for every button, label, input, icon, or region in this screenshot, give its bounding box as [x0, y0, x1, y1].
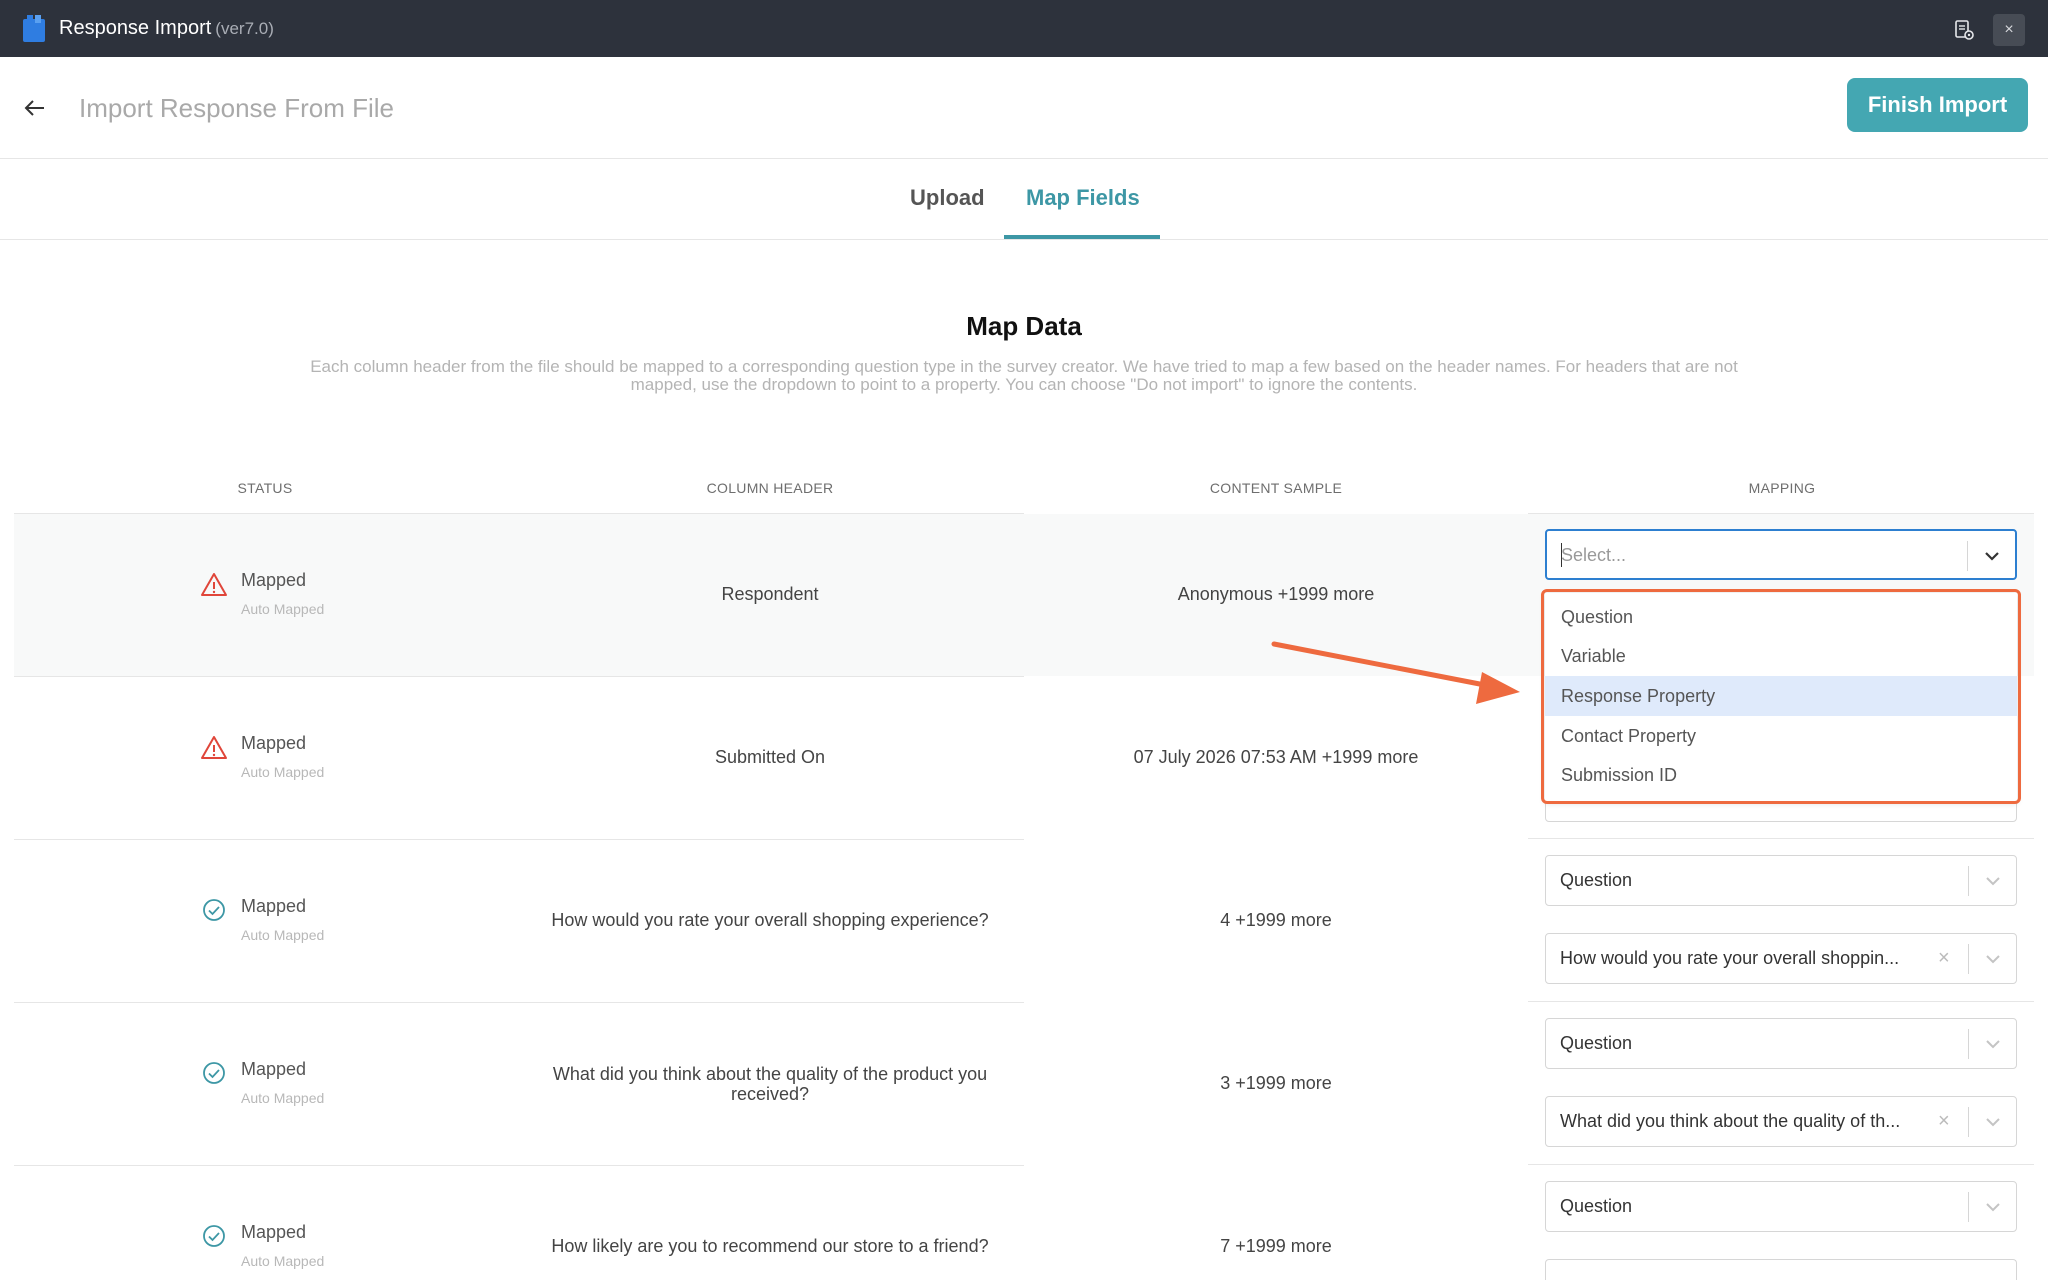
row-divider	[14, 1002, 1024, 1003]
warning-icon	[201, 736, 227, 759]
tab-bar: Upload Map Fields	[0, 159, 2048, 240]
mapping-target-select[interactable]	[1545, 1259, 2017, 1280]
row-divider	[1528, 1164, 2034, 1165]
row-status: Mapped	[241, 896, 307, 916]
row-status: Mapped	[241, 570, 307, 590]
mapping-type-select[interactable]: Question	[1545, 1181, 2017, 1232]
row-status: Mapped	[241, 1222, 307, 1242]
select-value: Question	[1560, 1196, 1633, 1216]
chevron-down-icon	[1986, 1203, 2000, 1212]
row-column-header: What did you think about the quality of …	[552, 1064, 988, 1104]
close-icon: ×	[2004, 21, 2014, 38]
row-divider	[14, 839, 1024, 840]
row-divider	[14, 1165, 1024, 1166]
row-content-sample: 3 +1999 more	[1220, 1073, 1332, 1093]
chevron-down-icon	[1986, 1040, 2000, 1049]
row-status-sub: Auto Mapped	[241, 601, 325, 617]
document-settings-button[interactable]	[1948, 14, 1980, 46]
select-value: How would you rate your overall shoppin.…	[1560, 948, 1900, 968]
column-header-content-sample: CONTENT SAMPLE	[1209, 480, 1343, 496]
column-header-column-header: COLUMN HEADER	[706, 480, 834, 496]
mapping-target-select[interactable]: How would you rate your overall shoppin.…	[1545, 933, 2017, 984]
select-separator	[1968, 1029, 1969, 1059]
row-column-header: Respondent	[721, 584, 819, 604]
row-content-sample: Anonymous +1999 more	[1177, 584, 1375, 604]
row-status-sub: Auto Mapped	[241, 764, 325, 780]
dropdown-option-question[interactable]: Question	[1545, 597, 2017, 637]
annotation-arrow-icon	[1271, 641, 1520, 704]
warning-icon	[201, 573, 227, 596]
app-logo-icon	[23, 15, 45, 42]
row-divider	[1528, 1001, 2034, 1002]
select-value: What did you think about the quality of …	[1560, 1111, 1901, 1131]
chevron-down-icon	[1985, 552, 1999, 561]
title-bar: Response Import (ver7.0) ×	[0, 0, 2048, 57]
row-status-sub: Auto Mapped	[241, 927, 325, 943]
select-placeholder: Select...	[1561, 545, 1627, 565]
mapping-type-select-focused[interactable]: Select...	[1545, 529, 2017, 580]
row-content-sample: 07 July 2026 07:53 AM +1999 more	[1133, 747, 1419, 767]
page-title: Import Response From File	[79, 93, 394, 123]
row-divider	[14, 676, 1024, 677]
tab-upload[interactable]: Upload	[910, 185, 985, 211]
row-status-sub: Auto Mapped	[241, 1253, 325, 1269]
close-window-button[interactable]: ×	[1993, 14, 2025, 46]
map-data-description: Each column header from the file should …	[310, 357, 1738, 394]
row-content-sample: 4 +1999 more	[1220, 910, 1332, 930]
select-value: Question	[1560, 1033, 1633, 1053]
row-column-header: How would you rate your overall shopping…	[551, 910, 989, 930]
back-arrow-icon[interactable]	[20, 93, 50, 123]
active-tab-indicator	[1004, 235, 1160, 239]
row-column-header: How likely are you to recommend our stor…	[551, 1236, 989, 1256]
column-header-status: STATUS	[237, 480, 293, 496]
row-status-sub: Auto Mapped	[241, 1090, 325, 1106]
mapping-type-select[interactable]: Question	[1545, 1018, 2017, 1069]
clear-icon[interactable]: ×	[1938, 947, 1950, 970]
row-status: Mapped	[241, 1059, 307, 1079]
row-status: Mapped	[241, 733, 307, 753]
app-version: (ver7.0)	[215, 19, 274, 38]
dropdown-option-response-property[interactable]: Response Property	[1545, 676, 2017, 716]
finish-import-button[interactable]: Finish Import	[1847, 78, 2028, 132]
chevron-down-icon	[1986, 955, 2000, 964]
dropdown-option-variable[interactable]: Variable	[1545, 636, 2017, 676]
select-separator	[1967, 541, 1968, 571]
map-data-title: Map Data	[966, 311, 1082, 341]
dropdown-option-contact-property[interactable]: Contact Property	[1545, 716, 2017, 756]
app-title: Response Import (ver7.0)	[59, 17, 274, 39]
mapping-dropdown-menu: Question Variable Response Property Cont…	[1545, 593, 2017, 801]
chevron-down-icon	[1986, 1118, 2000, 1127]
clear-icon[interactable]: ×	[1938, 1110, 1950, 1133]
select-separator	[1968, 866, 1969, 896]
check-circle-icon	[203, 899, 225, 921]
chevron-down-icon	[1986, 877, 2000, 886]
select-separator	[1968, 1107, 1969, 1137]
document-gear-icon	[1955, 20, 1974, 40]
mapping-target-select[interactable]: What did you think about the quality of …	[1545, 1096, 2017, 1147]
column-header-mapping: MAPPING	[1748, 480, 1816, 496]
mapping-type-select[interactable]: Question	[1545, 855, 2017, 906]
check-circle-icon	[203, 1225, 225, 1247]
select-separator	[1968, 1192, 1969, 1222]
select-value: Question	[1560, 870, 1633, 890]
row-divider	[1528, 838, 2034, 839]
page-header: Import Response From File Finish Import	[0, 57, 2048, 159]
check-circle-icon	[203, 1062, 225, 1084]
row-column-header: Submitted On	[714, 747, 826, 767]
tab-map-fields[interactable]: Map Fields	[1026, 185, 1140, 211]
dropdown-option-submission-id[interactable]: Submission ID	[1545, 755, 2017, 795]
select-separator	[1968, 944, 1969, 974]
row-content-sample: 7 +1999 more	[1220, 1236, 1332, 1256]
